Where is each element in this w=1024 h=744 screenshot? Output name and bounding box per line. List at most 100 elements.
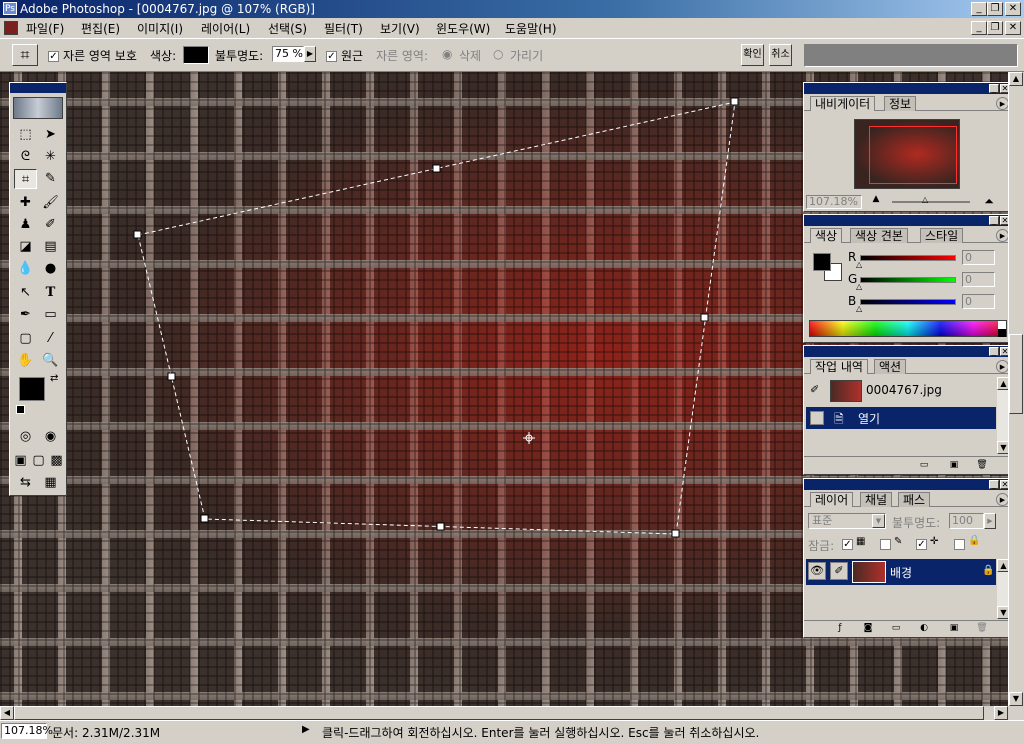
hide-radio[interactable]: ○	[493, 47, 503, 61]
scroll-up-icon[interactable]: ▲	[1009, 72, 1023, 86]
history-brush-icon[interactable]: ✐	[39, 215, 62, 235]
lock-transparency-checkbox[interactable]: ✓	[842, 537, 853, 551]
swap-colors-icon[interactable]: ⇄	[50, 373, 58, 384]
layers-title-bar[interactable]: _ ✕	[804, 479, 1012, 490]
pen-icon[interactable]: ✒	[14, 305, 37, 325]
doc-minimize-button[interactable]: _	[971, 21, 987, 35]
status-menu-arrow-icon[interactable]: ▶	[302, 724, 310, 735]
color-title-bar[interactable]: _ ✕	[804, 215, 1012, 226]
notes-icon[interactable]: ▢	[14, 329, 37, 349]
channel-r-thumb[interactable]: △	[856, 260, 862, 269]
history-snapshot-row[interactable]: ✐ 0004767.jpg	[806, 377, 996, 405]
brush-link-icon[interactable]: ✐	[830, 562, 848, 580]
move-icon[interactable]: ➤	[39, 125, 62, 145]
adjustment-layer-icon[interactable]: ◐	[916, 622, 932, 634]
palette-well[interactable]	[804, 44, 1018, 67]
tab-color[interactable]: 색상	[810, 228, 843, 243]
lasso-icon[interactable]: ᘓ	[14, 147, 37, 167]
minimize-button[interactable]: _	[971, 2, 987, 16]
hand-icon[interactable]: ✋	[14, 351, 37, 371]
tab-navigator[interactable]: 내비게이터	[810, 96, 876, 111]
toolbox-title-bar[interactable]	[10, 83, 66, 93]
channel-g-slider[interactable]	[860, 277, 956, 283]
shield-color-swatch[interactable]	[183, 46, 209, 64]
eraser-icon[interactable]: ◪	[14, 237, 37, 257]
chevron-down-icon[interactable]: ▼	[872, 514, 885, 528]
quickmask-mode-icon[interactable]: ◉	[39, 427, 62, 447]
channel-g-thumb[interactable]: △	[856, 282, 862, 291]
menu-help[interactable]: 도움말(H)	[505, 20, 557, 37]
scroll-right-icon[interactable]: ▶	[994, 706, 1008, 720]
palette-minimize-icon[interactable]: _	[989, 480, 999, 489]
new-set-icon[interactable]: ▭	[888, 622, 904, 634]
default-colors-icon[interactable]	[16, 405, 25, 414]
doc-close-button[interactable]: ✕	[1005, 21, 1021, 35]
rectangle-shape-icon[interactable]: ▭	[39, 305, 62, 325]
eyedropper-icon[interactable]: ⁄	[39, 329, 62, 349]
color-ramp[interactable]	[809, 320, 1007, 337]
menu-file[interactable]: 파일(F)	[26, 20, 64, 37]
foreground-color-swatch[interactable]	[19, 377, 45, 401]
palette-minimize-icon[interactable]: _	[989, 216, 999, 225]
lock-image-checkbox[interactable]	[880, 537, 891, 551]
channel-r-value[interactable]: 0	[962, 250, 995, 265]
channel-b-value[interactable]: 0	[962, 294, 995, 309]
path-select-icon[interactable]: ↖	[14, 283, 37, 303]
navigator-title-bar[interactable]: _ ✕	[804, 83, 1012, 94]
zoom-icon[interactable]: 🔍	[39, 351, 62, 371]
adobe-online-logo[interactable]	[13, 97, 63, 119]
screen-mode-full-menu-icon[interactable]: ▢	[30, 451, 47, 471]
delete-state-icon[interactable]: 🗑	[974, 459, 990, 471]
magic-wand-icon[interactable]: ✳	[39, 147, 62, 167]
new-layer-icon[interactable]: ▣	[946, 622, 962, 634]
slice-icon[interactable]: ✎	[39, 169, 62, 189]
gradient-icon[interactable]: ▤	[39, 237, 62, 257]
delete-layer-icon[interactable]: 🗑	[974, 622, 990, 634]
opacity-arrow-button[interactable]: ▶	[304, 46, 316, 62]
add-mask-icon[interactable]: ◙	[860, 622, 876, 634]
tab-styles[interactable]: 스타일	[920, 228, 964, 243]
crop-tool-preset-icon[interactable]: ⌗	[12, 44, 38, 66]
blur-icon[interactable]: 💧	[14, 259, 37, 279]
menu-window[interactable]: 윈도우(W)	[436, 20, 490, 37]
layer-row-background[interactable]: 👁 ✐ 배경 🔒	[806, 559, 996, 585]
restore-button[interactable]: ❐	[987, 2, 1003, 16]
tab-info[interactable]: 정보	[884, 96, 917, 111]
status-zoom-field[interactable]: 107.18%	[1, 723, 53, 739]
horizontal-scrollbar[interactable]: ◀ ▶	[0, 706, 1008, 720]
menu-select[interactable]: 선택(S)	[268, 20, 307, 37]
layer-opacity-arrow[interactable]: ▶	[984, 513, 996, 529]
lock-position-checkbox[interactable]: ✓	[916, 537, 927, 551]
close-button[interactable]: ✕	[1005, 2, 1021, 16]
tab-paths[interactable]: 패스	[898, 492, 931, 507]
brush-icon[interactable]: 🖌	[39, 193, 62, 213]
new-snapshot-icon[interactable]: ▣	[946, 459, 962, 471]
menu-image[interactable]: 이미지(I)	[137, 20, 183, 37]
navigator-zoom-slider[interactable]	[892, 201, 970, 203]
eye-icon[interactable]: 👁	[808, 562, 826, 580]
clone-stamp-icon[interactable]: ♟	[14, 215, 37, 235]
menu-filter[interactable]: 필터(T)	[324, 20, 363, 37]
layer-style-icon[interactable]: ƒ	[832, 622, 848, 634]
palette-minimize-icon[interactable]: _	[989, 84, 999, 93]
opacity-field[interactable]: 75 %	[272, 46, 304, 62]
palette-minimize-icon[interactable]: _	[989, 347, 999, 356]
new-document-from-state-icon[interactable]: ▭	[916, 459, 932, 471]
tab-channels[interactable]: 채널	[860, 492, 893, 507]
dodge-icon[interactable]: ●	[39, 259, 62, 279]
navigator-zoom-field[interactable]: 107.18%	[806, 195, 862, 209]
standard-mode-icon[interactable]: ◎	[14, 427, 37, 447]
channel-r-slider[interactable]	[860, 255, 956, 261]
history-brush-source-icon[interactable]: ✐	[810, 383, 819, 396]
ramp-black-white[interactable]	[998, 321, 1006, 329]
color-fg-swatch[interactable]	[813, 253, 831, 271]
navigator-thumbnail[interactable]	[854, 119, 960, 189]
layer-opacity-field[interactable]: 100	[949, 513, 984, 529]
screen-mode-standard-icon[interactable]: ▣	[12, 451, 29, 471]
healing-brush-icon[interactable]: ✚	[14, 193, 37, 213]
scroll-down-icon[interactable]: ▼	[1009, 692, 1023, 706]
history-state-open[interactable]: 🗎 열기	[806, 407, 996, 429]
tab-layers[interactable]: 레이어	[810, 492, 854, 507]
lock-all-checkbox[interactable]	[954, 537, 965, 551]
vertical-scroll-thumb[interactable]	[1009, 334, 1023, 414]
